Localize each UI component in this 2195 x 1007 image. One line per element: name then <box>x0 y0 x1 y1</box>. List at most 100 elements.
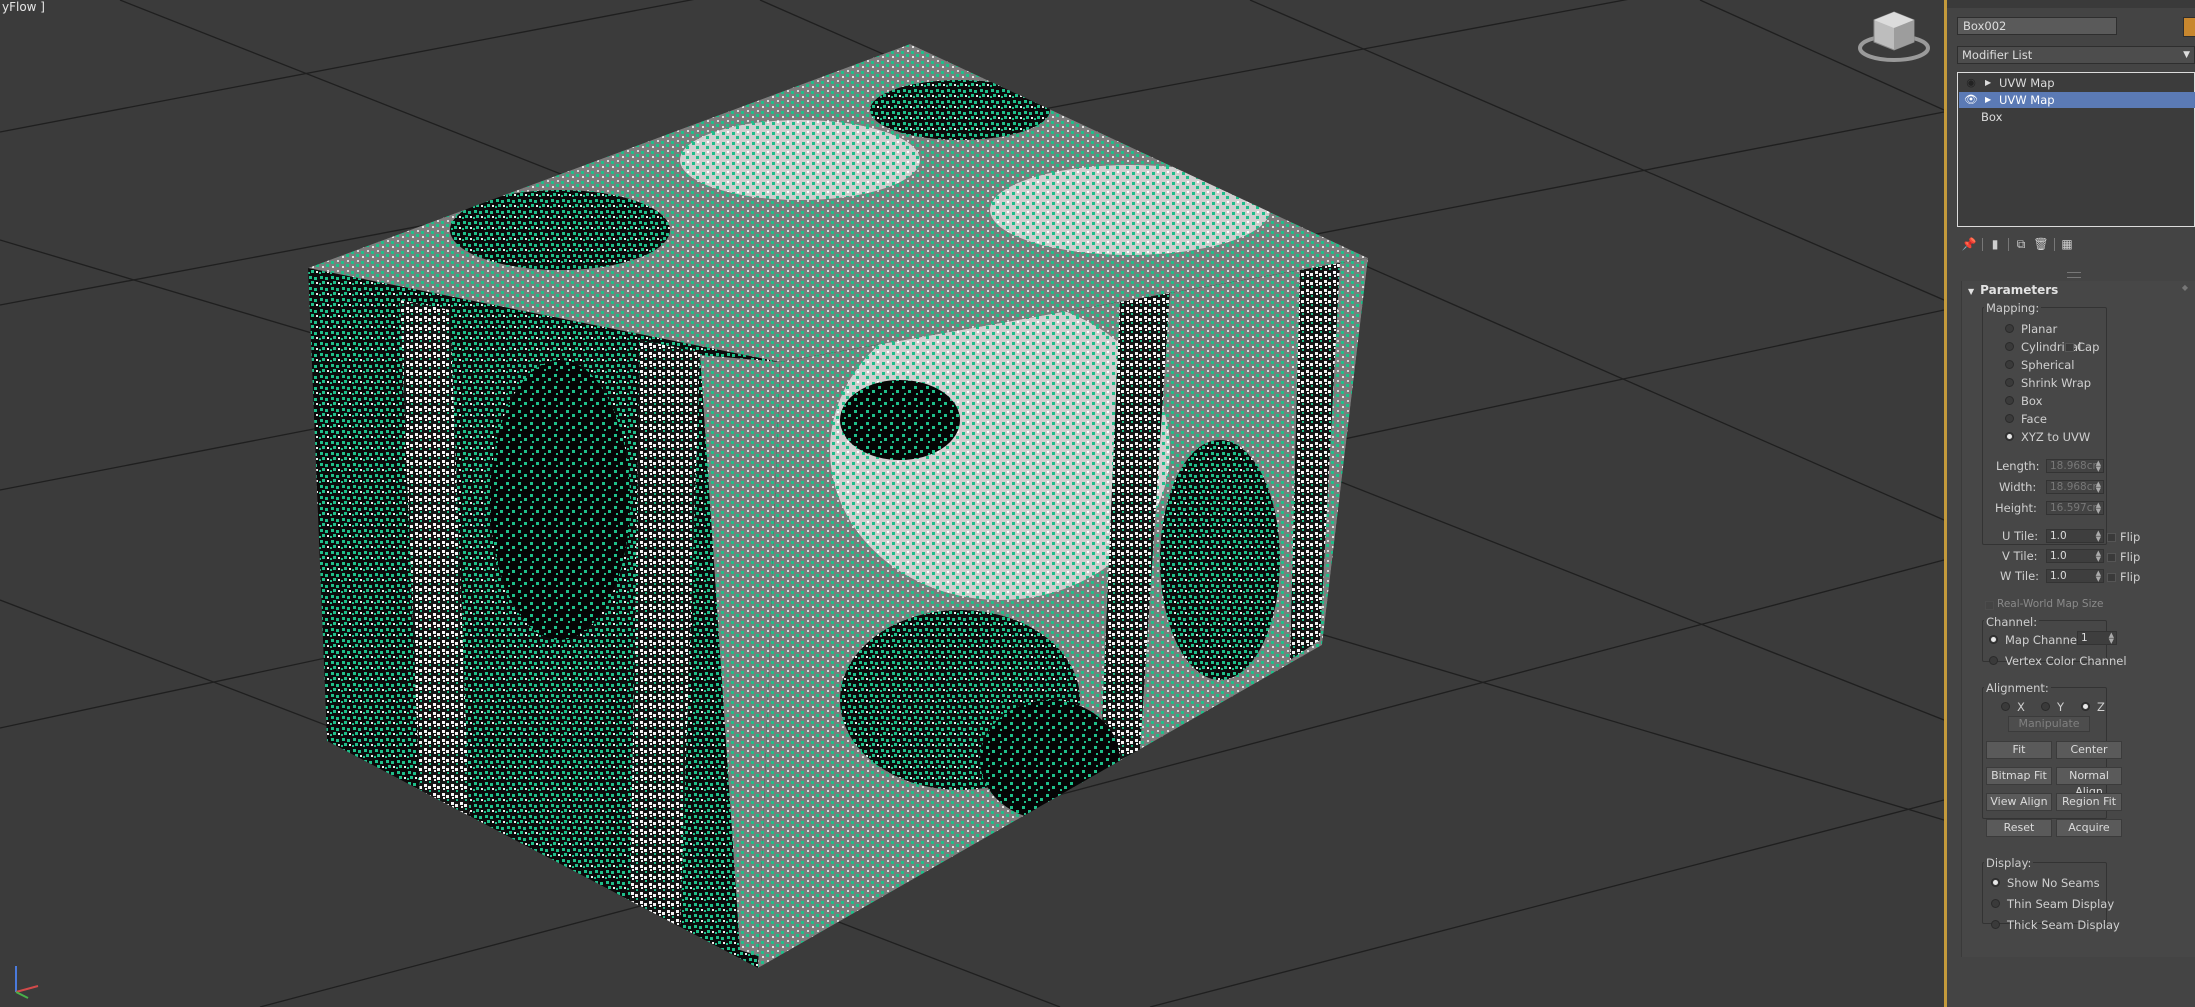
spinner-arrows-icon[interactable]: ▲ ▼ <box>2096 530 2101 543</box>
radio-xyz-to-uvw[interactable] <box>2005 432 2014 441</box>
perspective-viewport[interactable]: yFlow ] <box>0 0 1944 1007</box>
configure-sets-icon[interactable]: ▦ <box>2059 236 2075 252</box>
toolbar-divider <box>2054 238 2055 251</box>
map-channel-value: 1 <box>2081 632 2088 644</box>
label-xyz-to-uvw: XYZ to UVW <box>2021 430 2091 444</box>
command-panel-tabs[interactable] <box>1947 0 2195 8</box>
real-world-label: Real-World Map Size <box>1997 598 2104 610</box>
w-tile-spinner[interactable]: 1.0 ▲ ▼ <box>2046 569 2104 583</box>
thin-seam-label: Thin Seam Display <box>2007 897 2115 911</box>
parameters-rollout: ▼ Parameters ◆ Mapping: Planar Cylindrica… <box>1961 281 2195 957</box>
radio-show-no-seams[interactable] <box>1991 878 2000 887</box>
length-label: Length: <box>1996 459 2040 473</box>
show-no-seams-label: Show No Seams <box>2007 876 2100 890</box>
thick-seam-label: Thick Seam Display <box>2007 918 2120 932</box>
scene-canvas[interactable] <box>0 0 1944 1007</box>
expand-arrow-icon[interactable]: ▶ <box>1985 75 1991 91</box>
modifier-list-label: Modifier List <box>1962 48 2033 62</box>
radio-shrink-wrap[interactable] <box>2005 378 2014 387</box>
region-fit-button[interactable]: Region Fit <box>2056 793 2122 811</box>
toolbar-divider <box>1982 238 1983 251</box>
show-end-result-icon[interactable]: ▮ <box>1987 236 2003 252</box>
object-name-field[interactable]: Box002 <box>1957 17 2117 35</box>
label-box: Box <box>2021 394 2043 408</box>
make-unique-icon[interactable]: ⧉ <box>2013 236 2029 252</box>
viewport-label[interactable]: yFlow ] <box>2 0 45 14</box>
radio-thin-seam[interactable] <box>1991 899 2000 908</box>
radio-thick-seam[interactable] <box>1991 920 2000 929</box>
v-flip-label: Flip <box>2120 550 2141 564</box>
eye-icon[interactable]: ◉ <box>1963 75 1979 91</box>
reset-button[interactable]: Reset <box>1986 819 2052 837</box>
stack-item-box[interactable]: Box <box>1959 109 2195 125</box>
u-flip-checkbox[interactable] <box>2107 533 2116 542</box>
stack-item-uvw-map-2[interactable]: 👁 ▶ UVW Map <box>1959 92 2195 108</box>
radio-axis-y[interactable] <box>2041 702 2050 711</box>
length-spinner[interactable]: 18.968cr ▲ ▼ <box>2046 459 2104 473</box>
rollout-pin-icon[interactable]: ◆ <box>2182 283 2188 292</box>
mapping-title: Mapping: <box>1984 301 2042 315</box>
width-spinner[interactable]: 18.968cr ▲ ▼ <box>2046 480 2104 494</box>
label-planar: Planar <box>2021 322 2058 336</box>
u-tile-spinner[interactable]: 1.0 ▲ ▼ <box>2046 529 2104 543</box>
w-tile-value: 1.0 <box>2050 570 2067 582</box>
radio-axis-z[interactable] <box>2081 702 2090 711</box>
stack-item-label: UVW Map <box>1999 93 2055 107</box>
fit-button[interactable]: Fit <box>1986 741 2052 759</box>
rollout-title: Parameters <box>1980 283 2059 297</box>
map-channel-label: Map Channel: <box>2005 633 2085 647</box>
command-panel: Box002 Modifier List ▼ ◉ ▶ UVW Map 👁 ▶ U… <box>1947 0 2195 1007</box>
label-shrink-wrap: Shrink Wrap <box>2021 376 2092 390</box>
bitmap-fit-button[interactable]: Bitmap Fit <box>1986 767 2052 785</box>
spinner-arrows-icon[interactable]: ▲ ▼ <box>2096 570 2101 583</box>
rollout-header[interactable]: ▼ Parameters <box>1968 283 2058 297</box>
view-align-button[interactable]: View Align <box>1986 793 2052 811</box>
modifier-stack[interactable]: ◉ ▶ UVW Map 👁 ▶ UVW Map Box <box>1957 72 2195 227</box>
spinner-arrows-icon[interactable]: ▲ ▼ <box>2096 481 2101 494</box>
real-world-checkbox[interactable] <box>1985 601 1994 610</box>
modifier-list-dropdown[interactable]: Modifier List ▼ <box>1957 46 2195 64</box>
normal-align-button[interactable]: Normal Align <box>2056 767 2122 798</box>
radio-planar[interactable] <box>2005 324 2014 333</box>
expand-arrow-icon[interactable]: ▶ <box>1985 92 1991 108</box>
manipulate-button[interactable]: Manipulate <box>2008 716 2090 732</box>
radio-box[interactable] <box>2005 396 2014 405</box>
chevron-down-icon: ▼ <box>2183 50 2190 60</box>
viewcube-icon[interactable] <box>1856 6 1932 66</box>
axis-x-label: X <box>2017 700 2025 714</box>
cap-label: Cap <box>2077 340 2100 354</box>
spinner-arrows-icon[interactable]: ▲ ▼ <box>2096 460 2101 473</box>
panel-resize-handle[interactable] <box>2067 272 2081 278</box>
width-label: Width: <box>1999 480 2037 494</box>
pin-stack-icon[interactable]: 📌 <box>1961 236 1977 252</box>
v-flip-checkbox[interactable] <box>2107 553 2116 562</box>
spinner-arrows-icon[interactable]: ▲ ▼ <box>2096 502 2101 515</box>
spinner-arrows-icon[interactable]: ▲ ▼ <box>2109 632 2114 645</box>
height-spinner[interactable]: 16.597cr ▲ ▼ <box>2046 501 2104 515</box>
stack-item-label: UVW Map <box>1999 76 2055 90</box>
acquire-button[interactable]: Acquire <box>2056 819 2122 837</box>
radio-vertex-color[interactable] <box>1989 656 1998 665</box>
stack-item-label: Box <box>1981 110 2003 124</box>
cap-checkbox[interactable] <box>2065 343 2074 352</box>
map-channel-spinner[interactable]: 1 ▲ ▼ <box>2077 631 2117 645</box>
remove-modifier-icon[interactable]: 🗑 <box>2033 236 2049 252</box>
radio-map-channel[interactable] <box>1989 635 1998 644</box>
w-flip-label: Flip <box>2120 570 2141 584</box>
center-button[interactable]: Center <box>2056 741 2122 759</box>
alignment-title: Alignment: <box>1984 681 2051 695</box>
spinner-arrows-icon[interactable]: ▲ ▼ <box>2096 550 2101 563</box>
radio-cylindrical[interactable] <box>2005 342 2014 351</box>
length-value: 18.968cr <box>2050 460 2097 472</box>
radio-axis-x[interactable] <box>2001 702 2010 711</box>
v-tile-spinner[interactable]: 1.0 ▲ ▼ <box>2046 549 2104 563</box>
u-tile-value: 1.0 <box>2050 530 2067 542</box>
axis-z-label: Z <box>2097 700 2105 714</box>
stack-item-uvw-map-1[interactable]: ◉ ▶ UVW Map <box>1959 75 2195 91</box>
radio-face[interactable] <box>2005 414 2014 423</box>
axis-y-label: Y <box>2057 700 2065 714</box>
radio-spherical[interactable] <box>2005 360 2014 369</box>
eye-icon[interactable]: 👁 <box>1963 92 1979 108</box>
w-flip-checkbox[interactable] <box>2107 573 2116 582</box>
object-color-swatch[interactable] <box>2183 17 2195 37</box>
